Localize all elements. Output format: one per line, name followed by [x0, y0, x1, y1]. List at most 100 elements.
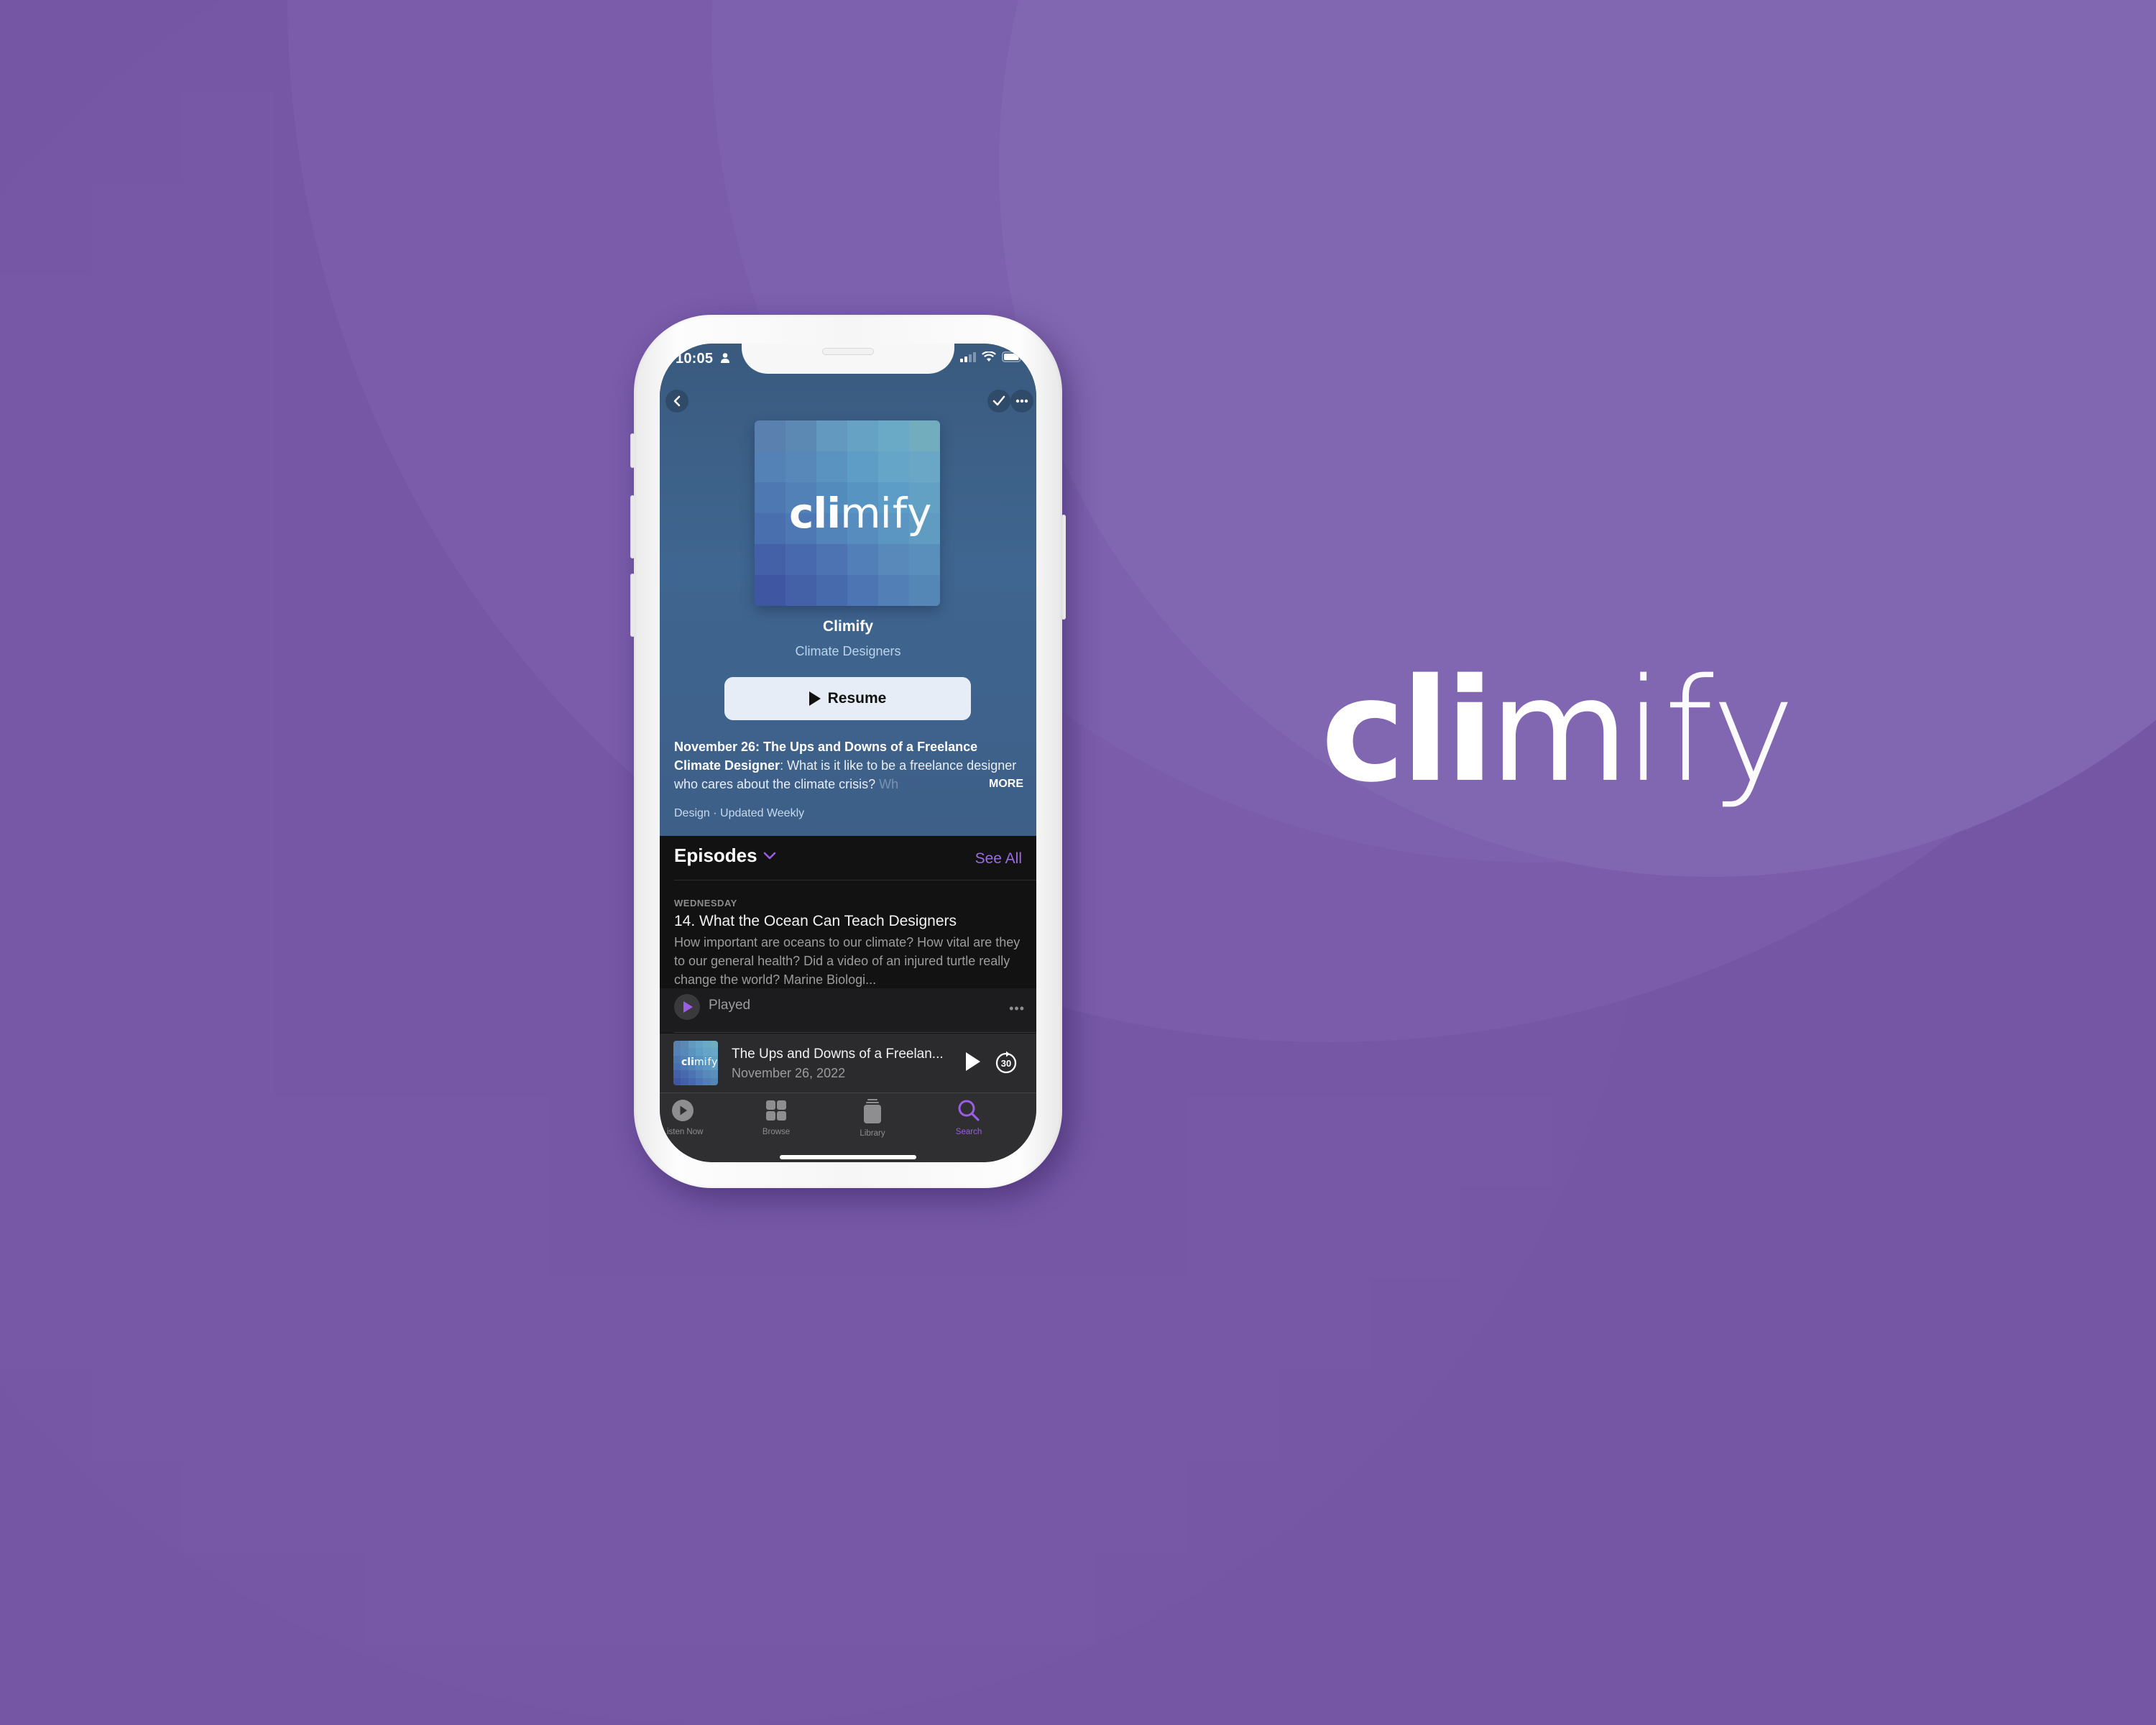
artwork-tile	[755, 420, 786, 451]
volume-down-button	[630, 574, 635, 637]
episode-day: WEDNESDAY	[674, 898, 737, 908]
library-stack-icon	[864, 1099, 881, 1123]
play-episode-button[interactable]	[674, 994, 700, 1020]
ellipsis-icon	[1015, 399, 1028, 403]
follow-check-button[interactable]	[987, 390, 1010, 413]
episodes-title: Episodes	[674, 845, 757, 866]
signal-icon	[960, 351, 976, 362]
chevron-left-icon	[673, 395, 681, 407]
play-button[interactable]	[966, 1052, 980, 1071]
artwork-tile	[673, 1070, 681, 1078]
more-options-button[interactable]	[1010, 390, 1033, 413]
divider	[674, 1032, 1036, 1033]
mini-player-artwork: climify	[673, 1041, 718, 1085]
podcast-author[interactable]: Climate Designers	[660, 644, 1036, 659]
artwork-tile	[786, 544, 816, 575]
resume-label: Resume	[827, 690, 887, 707]
play-icon	[808, 691, 821, 706]
battery-icon	[1002, 351, 1023, 362]
artwork-tile	[688, 1070, 696, 1078]
artwork-tile	[878, 575, 909, 606]
artwork-tile	[673, 1048, 681, 1056]
podcast-title: Climify	[822, 618, 873, 635]
brand-logo: climify	[1321, 648, 1796, 814]
episode-more-button[interactable]: •••	[1009, 1001, 1025, 1016]
artwork-tile	[673, 1077, 681, 1085]
svg-text:30: 30	[1001, 1058, 1011, 1069]
artwork-tile	[710, 1077, 718, 1085]
artwork-tile	[688, 1041, 696, 1049]
artwork-tile	[816, 420, 847, 451]
phone-screen: 10:05 climify Climify Climate Designers …	[660, 344, 1036, 1162]
artwork-tile	[695, 1048, 704, 1056]
artwork-tile	[755, 513, 786, 544]
back-button[interactable]	[665, 390, 688, 413]
artwork-tile	[710, 1070, 718, 1078]
artwork-tile	[681, 1041, 688, 1049]
artwork-tile	[703, 1070, 711, 1078]
notch	[742, 344, 954, 374]
play-icon	[683, 1001, 693, 1013]
tab-label: Library	[860, 1129, 885, 1138]
status-time: 10:05	[676, 351, 714, 367]
artwork-tile	[816, 575, 847, 606]
artwork-tile	[909, 575, 940, 606]
artwork-tile	[703, 1041, 711, 1049]
speaker-grille	[822, 348, 874, 355]
skip-forward-30-icon[interactable]: 30	[994, 1051, 1018, 1075]
artwork-tile	[816, 544, 847, 575]
artwork-tile	[688, 1048, 696, 1056]
artwork-tile	[695, 1077, 704, 1085]
home-indicator[interactable]	[780, 1155, 916, 1159]
artwork-tile	[878, 451, 909, 482]
artwork-tile	[847, 544, 878, 575]
now-playing-title: The Ups and Downs of a Freelan...	[732, 1046, 944, 1062]
mini-player[interactable]: climify The Ups and Downs of a Freelan..…	[660, 1034, 1036, 1092]
podcast-artwork: climify	[755, 420, 940, 606]
artwork-tile	[816, 451, 847, 482]
tab-browse[interactable]: Browse	[740, 1099, 812, 1136]
episode-actions: Played •••	[660, 988, 1036, 1033]
artwork-tile	[673, 1041, 681, 1049]
search-icon	[958, 1100, 980, 1121]
artwork-tile	[755, 482, 786, 513]
episode-description: How important are oceans to our climate?…	[674, 935, 1021, 987]
tab-search[interactable]: Search	[933, 1099, 1005, 1136]
description-fade: Wh	[879, 777, 899, 791]
played-status: Played	[709, 998, 751, 1013]
episode-title: 14. What the Ocean Can Teach Designers	[674, 913, 957, 929]
see-all-link[interactable]: See All	[975, 850, 1022, 868]
artwork-tile	[710, 1048, 718, 1056]
artwork-tile	[681, 1048, 688, 1056]
artwork-tile	[847, 420, 878, 451]
artwork-tile	[755, 575, 786, 606]
status-icons	[960, 351, 1023, 362]
episode-description[interactable]: November 26: The Ups and Downs of a Free…	[674, 737, 1023, 794]
chevron-down-icon	[763, 852, 775, 859]
resume-button[interactable]: Resume	[724, 677, 971, 720]
checkmark-icon	[992, 395, 1005, 406]
tab-label: Listen Now	[662, 1128, 704, 1136]
artwork-tile	[878, 544, 909, 575]
artwork-tile	[688, 1077, 696, 1085]
artwork-tile	[681, 1070, 688, 1078]
artwork-logo: climify	[789, 489, 933, 538]
wifi-icon	[982, 351, 996, 362]
now-playing-date: November 26, 2022	[732, 1066, 846, 1080]
artwork-tile	[710, 1041, 718, 1049]
tab-listen-now[interactable]: Listen Now	[660, 1099, 719, 1136]
volume-up-button	[630, 495, 635, 558]
artwork-tile	[673, 1055, 681, 1063]
artwork-tile	[909, 544, 940, 575]
play-circle-icon	[672, 1100, 694, 1121]
artwork-tile	[695, 1070, 704, 1078]
silent-switch	[630, 433, 635, 468]
artwork-tile	[755, 544, 786, 575]
more-link[interactable]: MORE	[989, 775, 1023, 794]
podcast-meta: Design · Updated Weekly	[674, 807, 805, 819]
tab-label: Search	[955, 1128, 982, 1136]
tab-library[interactable]: Library	[837, 1099, 908, 1138]
artwork-tile	[909, 451, 940, 482]
episodes-header[interactable]: Episodes	[674, 845, 776, 867]
grid-icon	[766, 1100, 786, 1121]
